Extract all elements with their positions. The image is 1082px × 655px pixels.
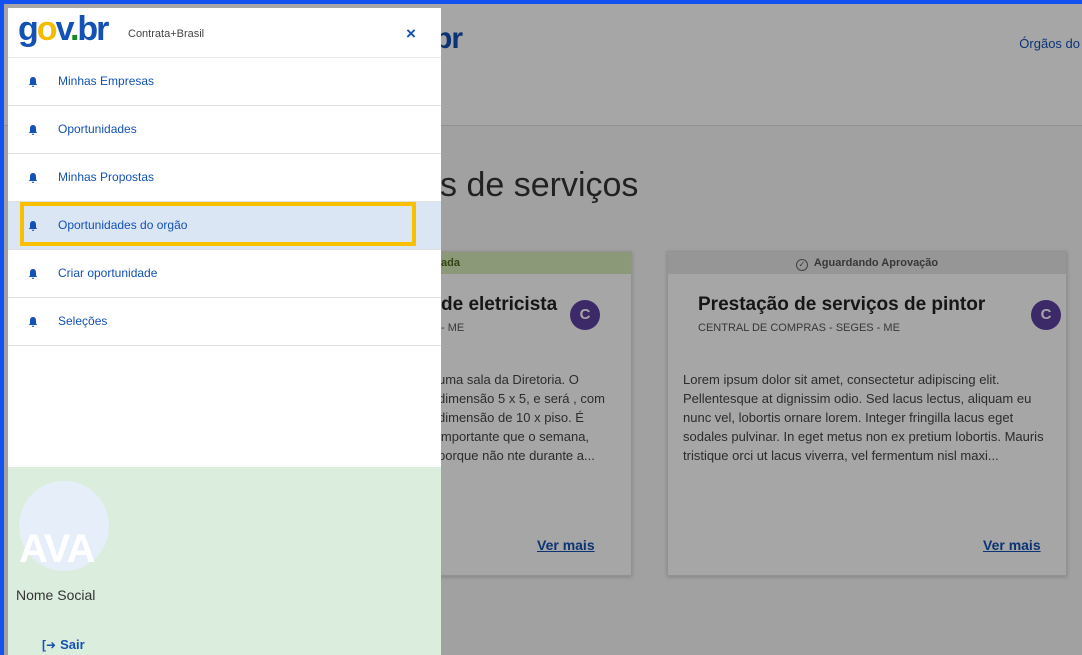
app-name: Contrata+Brasil [128,28,205,40]
bell-icon [28,317,38,327]
bell-icon [28,125,38,135]
bell-icon [28,77,38,87]
logout-label: Sair [60,637,85,652]
highlight-annotation [20,202,416,246]
menu-item-oportunidades[interactable]: Oportunidades [8,106,441,154]
sign-out-icon: [➜ [42,638,57,652]
menu-label: Minhas Propostas [58,170,155,184]
menu-label: Minhas Empresas [58,74,155,88]
side-drawer: gov.br Contrata+Brasil × Minhas Empresas… [8,8,441,655]
screenshot-frame: br Órgãos do s de serviços ada de eletri… [0,0,1082,655]
menu-item-selecoes[interactable]: Seleções [8,298,441,346]
menu-label: Criar oportunidade [58,266,158,280]
user-name: Nome Social [16,587,96,603]
govbr-logo[interactable]: gov.br [18,10,109,49]
menu-label: Seleções [58,314,108,328]
menu-item-minhas-empresas[interactable]: Minhas Empresas [8,58,441,106]
close-icon[interactable]: × [406,24,416,44]
menu-item-minhas-propostas[interactable]: Minhas Propostas [8,154,441,202]
menu-item-criar-oportunidade[interactable]: Criar oportunidade [8,250,441,298]
bell-icon [28,269,38,279]
drawer-header: gov.br Contrata+Brasil × [8,8,441,58]
bell-icon [28,173,38,183]
user-panel: AVA Nome Social [➜ Sair [8,467,441,655]
avatar-placeholder-text: AVA [19,527,96,571]
logout-button[interactable]: [➜ Sair [42,637,85,652]
menu-label: Oportunidades [58,122,137,136]
